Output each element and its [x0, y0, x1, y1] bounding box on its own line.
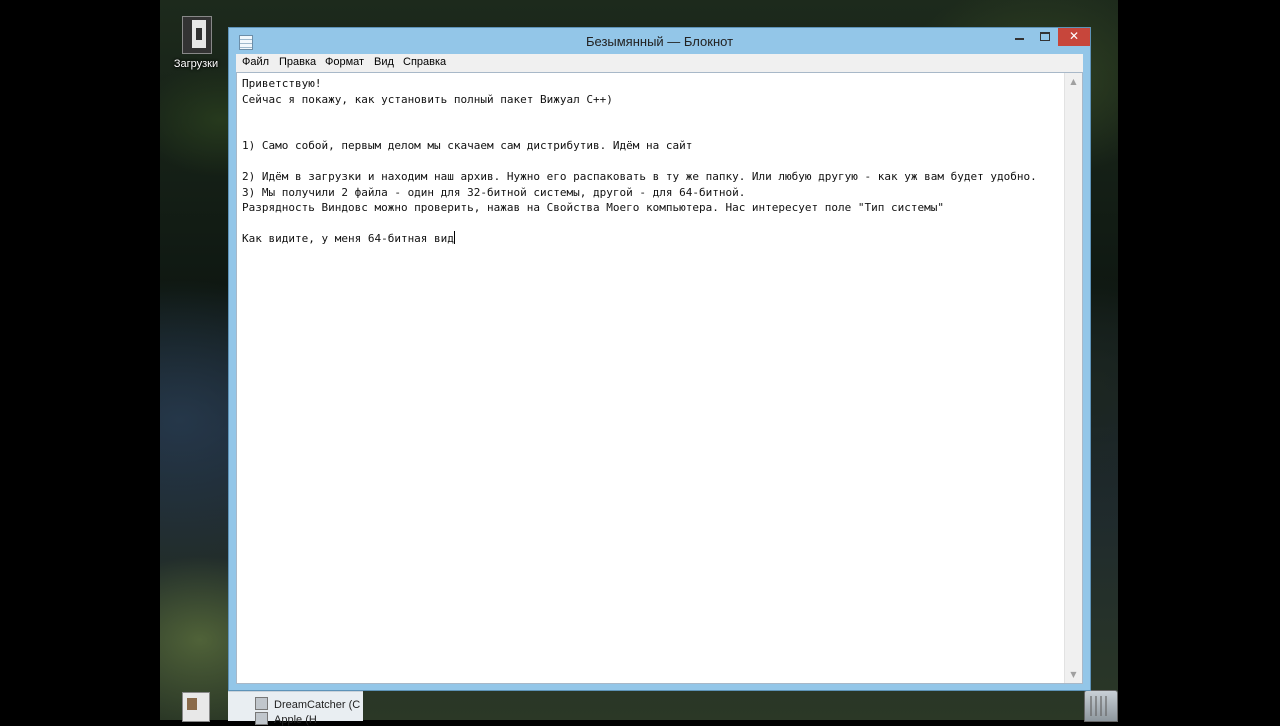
- text-caret: [453, 231, 455, 244]
- editor-content[interactable]: Приветствую! Сейчас я покажу, как установ…: [242, 76, 1060, 680]
- desktop-icon-label: Загрузки: [173, 58, 219, 70]
- menu-edit[interactable]: Правка: [279, 56, 316, 68]
- notepad-window: Безымянный — Блокнот ✕ Файл Правка Форма…: [228, 27, 1091, 691]
- jumplist-item-apple[interactable]: Apple (H: [255, 712, 317, 726]
- editor-line: 1) Само собой, первым делом мы скачаем с…: [242, 139, 693, 152]
- editor-line: Приветствую!: [242, 77, 322, 90]
- editor-line: Как видите, у меня 64-битная вид: [242, 231, 455, 245]
- editor-line: 3) Мы получили 2 файла - один для 32-бит…: [242, 185, 746, 199]
- menu-format[interactable]: Формат: [325, 56, 364, 68]
- editor-line: Сейчас я покажу, как установить полный п…: [242, 92, 613, 106]
- title-bar[interactable]: Безымянный — Блокнот ✕: [229, 28, 1090, 54]
- close-button[interactable]: ✕: [1058, 28, 1090, 46]
- desktop-icon-downloads[interactable]: Загрузки: [168, 14, 224, 70]
- window-title: Безымянный — Блокнот: [585, 34, 734, 49]
- minimize-icon: [1014, 38, 1024, 40]
- recycle-bin-detail: [1090, 696, 1110, 716]
- scroll-down-icon[interactable]: ▼: [1065, 666, 1082, 683]
- text-editor[interactable]: Приветствую! Сейчас я покажу, как установ…: [236, 72, 1083, 684]
- maximize-icon: [1040, 31, 1050, 41]
- menu-view[interactable]: Вид: [374, 56, 394, 68]
- menu-bar: Файл Правка Формат Вид Справка: [236, 54, 1083, 72]
- scroll-up-icon[interactable]: ▲: [1065, 73, 1082, 90]
- menu-help[interactable]: Справка: [403, 56, 446, 68]
- editor-line: Разрядность Виндовс можно проверить, наж…: [242, 201, 944, 214]
- downloads-folder-icon: [180, 14, 212, 54]
- drive-icon: [255, 697, 268, 710]
- editor-line: 2) Идём в загрузки и находим наш архив. …: [242, 170, 1037, 183]
- jumplist-item-dreamcatcher[interactable]: DreamCatcher (C: [255, 697, 360, 711]
- vertical-scrollbar[interactable]: ▲ ▼: [1064, 73, 1082, 683]
- close-icon: ✕: [1068, 29, 1080, 43]
- maximize-button[interactable]: [1032, 28, 1058, 46]
- drive-icon: [255, 712, 268, 725]
- menu-file[interactable]: Файл: [242, 56, 269, 68]
- minimize-button[interactable]: [1006, 28, 1032, 46]
- document-icon[interactable]: [182, 692, 210, 722]
